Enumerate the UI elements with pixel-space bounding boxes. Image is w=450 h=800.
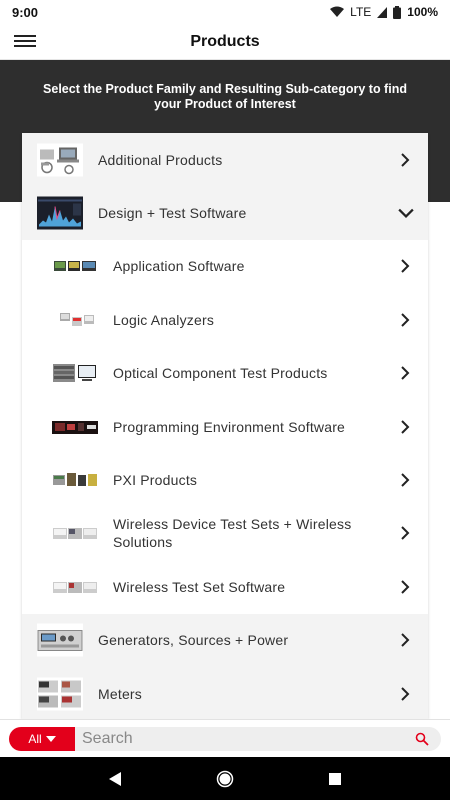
- filter-label: All: [28, 732, 42, 746]
- search-field: [75, 727, 441, 751]
- signal-icon: [377, 6, 388, 18]
- chevron-right-icon: [401, 473, 410, 487]
- subcategory-row-wireless-device-test-sets[interactable]: Wireless Device Test Sets + Wireless Sol…: [22, 506, 428, 561]
- search-input[interactable]: [75, 727, 395, 751]
- logic-analyzers-thumbnail: [52, 308, 98, 331]
- page-title: Products: [190, 32, 260, 50]
- family-row-meters[interactable]: Meters: [22, 666, 428, 719]
- wifi-icon: [330, 6, 345, 17]
- family-label: Design + Test Software: [98, 205, 247, 222]
- family-row-design-test-software[interactable]: Design + Test Software: [22, 186, 428, 240]
- battery-label: 100%: [407, 5, 438, 19]
- wireless-test-set-software-thumbnail: [52, 575, 98, 598]
- chevron-down-icon: [398, 208, 414, 219]
- subcategory-label: Logic Analyzers: [113, 311, 215, 328]
- subcategory-row-logic-analyzers[interactable]: Logic Analyzers: [22, 293, 428, 347]
- subcategory-label: Wireless Test Set Software: [113, 578, 286, 595]
- chevron-right-icon: [401, 152, 410, 167]
- system-nav-bar: [0, 757, 450, 800]
- subcategory-row-wireless-test-set-software[interactable]: Wireless Test Set Software: [22, 560, 428, 614]
- meters-thumbnail: [37, 677, 83, 711]
- subcategory-row-pxi-products[interactable]: PXI Products: [22, 453, 428, 507]
- subcategory-row-optical-component-test-products[interactable]: Optical Component Test Products: [22, 346, 428, 400]
- design-test-software-thumbnail: [37, 196, 83, 230]
- family-label: Additional Products: [98, 151, 223, 168]
- search-filter-dropdown[interactable]: All: [9, 727, 75, 751]
- caret-down-icon: [45, 736, 56, 742]
- status-time: 9:00: [12, 4, 39, 20]
- family-row-additional-products[interactable]: Additional Products: [22, 133, 428, 187]
- recents-icon[interactable]: [325, 769, 345, 789]
- chevron-right-icon: [401, 366, 410, 380]
- search-bar: All: [0, 719, 450, 757]
- pxi-products-thumbnail: [52, 469, 98, 492]
- chevron-right-icon: [401, 633, 410, 647]
- network-label: LTE: [350, 5, 372, 19]
- chevron-right-icon: [401, 313, 410, 327]
- subcategory-label: Optical Component Test Products: [113, 365, 328, 382]
- subcategory-label: Programming Environment Software: [113, 418, 346, 435]
- programming-environment-thumbnail: [52, 415, 98, 438]
- chevron-right-icon: [401, 259, 410, 274]
- subcategory-label: PXI Products: [113, 472, 198, 489]
- family-label: Generators, Sources + Power: [98, 632, 289, 649]
- additional-products-thumbnail: [37, 143, 83, 177]
- chevron-right-icon: [401, 526, 410, 541]
- intro-text: Select the Product Family and Resulting …: [43, 82, 407, 111]
- home-icon[interactable]: [215, 769, 235, 789]
- product-family-list: Additional Products Design + Test Softwa…: [22, 133, 428, 719]
- subcategory-row-application-software[interactable]: Application Software: [22, 239, 428, 294]
- hamburger-menu-icon[interactable]: [14, 32, 36, 52]
- app-bar: Products: [0, 24, 450, 60]
- subcategory-row-programming-environment-software[interactable]: Programming Environment Software: [22, 399, 428, 454]
- generators-sources-power-thumbnail: [37, 623, 83, 657]
- optical-component-test-thumbnail: [52, 362, 98, 385]
- chevron-right-icon: [401, 686, 410, 701]
- search-icon[interactable]: [415, 732, 429, 746]
- chevron-right-icon: [401, 419, 410, 434]
- family-label: Meters: [98, 685, 142, 702]
- family-row-generators-sources-power[interactable]: Generators, Sources + Power: [22, 613, 428, 667]
- subcategory-label: Wireless Device Test Sets + Wireless Sol…: [113, 516, 352, 551]
- status-bar: 9:00 LTE 100%: [0, 0, 450, 24]
- application-software-thumbnail: [52, 255, 98, 278]
- back-icon[interactable]: [105, 769, 125, 789]
- subcategory-label: Application Software: [113, 258, 245, 275]
- chevron-right-icon: [401, 580, 410, 594]
- battery-icon: [393, 5, 402, 19]
- wireless-device-test-thumbnail: [52, 522, 98, 545]
